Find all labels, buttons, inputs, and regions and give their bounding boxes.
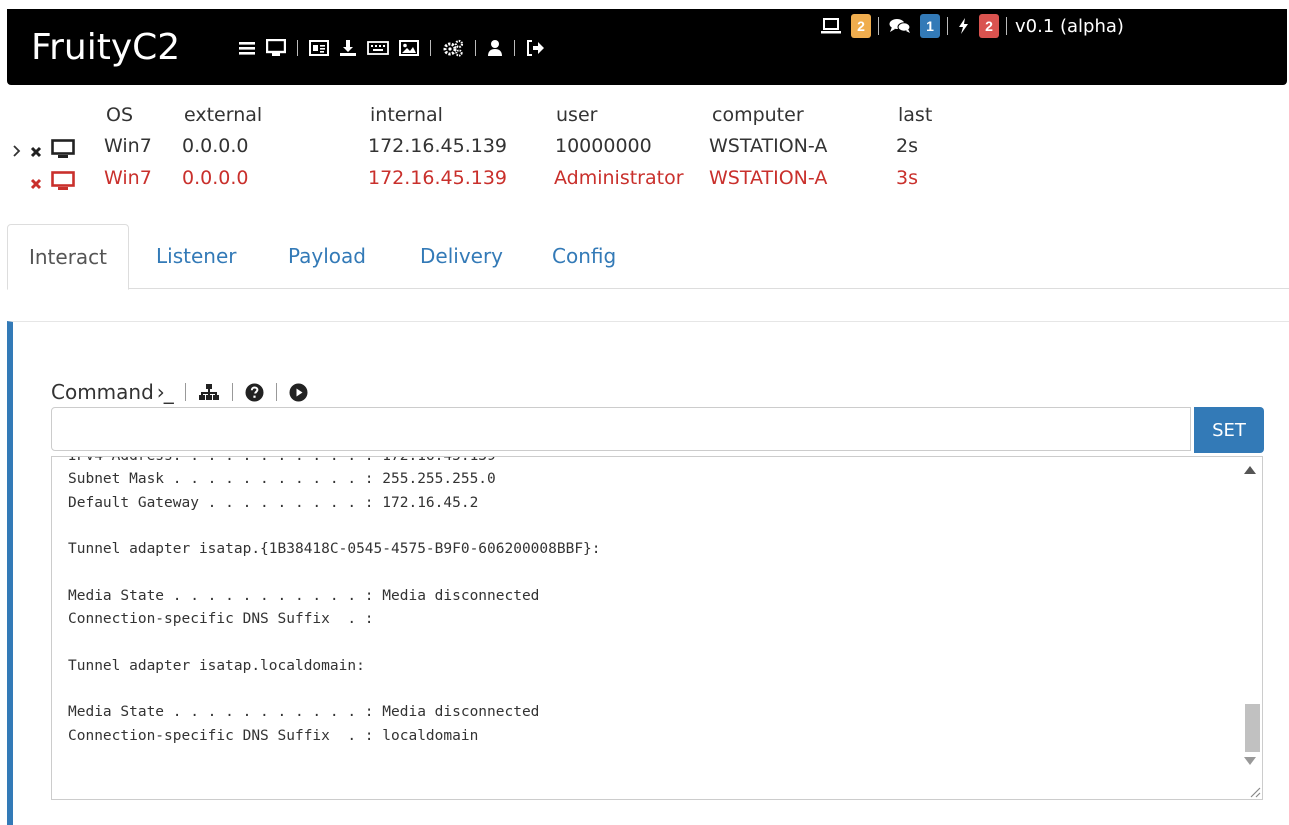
column-header-os: OS: [106, 104, 134, 126]
agent-user: Administrator: [554, 167, 684, 189]
monitor-icon: [51, 139, 75, 164]
nav-separator: [430, 40, 431, 56]
sign-out-icon[interactable]: [526, 40, 544, 56]
agent-computer: WSTATION-A: [709, 135, 828, 157]
tab-bar: Interact Listener Payload Delivery Confi…: [7, 224, 1289, 290]
download-icon[interactable]: [339, 39, 357, 57]
table-row[interactable]: Win7 0.0.0.0 172.16.45.139 Administrator…: [0, 167, 1000, 195]
agent-external-ip: 0.0.0.0: [182, 135, 249, 157]
tab-payload[interactable]: Payload: [288, 224, 366, 288]
output-scrollbar[interactable]: [1240, 457, 1262, 799]
messages-count-badge: 1: [920, 14, 940, 38]
scroll-up-icon[interactable]: [1244, 466, 1256, 474]
menu-icon[interactable]: [238, 40, 256, 56]
app-version: v0.1 (alpha): [1015, 15, 1124, 37]
column-header-last: last: [898, 104, 933, 126]
set-button[interactable]: SET: [1194, 407, 1264, 453]
toolbar-separator: [184, 383, 186, 401]
remove-agent-icon[interactable]: [30, 173, 42, 195]
monitor-icon: [51, 171, 75, 196]
keyboard-icon[interactable]: [367, 41, 389, 55]
output-text: IPv4 Address. . . . . . . . . . . : 172.…: [68, 456, 601, 744]
monitor-icon[interactable]: [266, 39, 286, 57]
laptop-icon[interactable]: [820, 18, 842, 34]
id-card-icon[interactable]: [309, 40, 329, 56]
resize-grip-icon[interactable]: [1247, 784, 1261, 798]
status-separator: [1006, 17, 1007, 35]
agent-computer: WSTATION-A: [709, 167, 828, 189]
cogs-icon[interactable]: [442, 39, 464, 57]
command-input[interactable]: [51, 407, 1191, 451]
scroll-down-icon[interactable]: [1244, 757, 1256, 765]
table-row[interactable]: Win7 0.0.0.0 172.16.45.139 10000000 WSTA…: [0, 135, 1000, 163]
tab-interact[interactable]: Interact: [7, 224, 129, 290]
column-header-user: user: [556, 104, 598, 126]
toolbar-separator: [231, 383, 233, 401]
remove-agent-icon[interactable]: [30, 141, 42, 163]
agents-count-badge: 2: [851, 14, 871, 38]
brand-title[interactable]: FruityC2: [31, 27, 180, 68]
chevron-right-icon: [12, 141, 22, 163]
agent-internal-ip: 172.16.45.139: [368, 135, 508, 157]
user-icon[interactable]: [487, 39, 503, 57]
comments-icon[interactable]: [889, 18, 911, 34]
nav-toolbar: [233, 36, 549, 60]
agent-os: Win7: [104, 135, 152, 157]
bolt-icon[interactable]: [958, 17, 970, 35]
agent-user: 10000000: [555, 135, 652, 157]
nav-separator: [297, 40, 298, 56]
interact-panel: Command ›_ SET IPv4 Address. . . . . . .…: [7, 321, 1289, 825]
nav-separator: [514, 40, 515, 56]
terminal-prompt-icon: ›_: [156, 380, 174, 404]
command-output[interactable]: IPv4 Address. . . . . . . . . . . : 172.…: [51, 456, 1263, 800]
command-toolbar: Command ›_: [51, 380, 308, 404]
agent-internal-ip: 172.16.45.139: [368, 167, 508, 189]
nav-separator: [475, 40, 476, 56]
image-icon[interactable]: [399, 40, 419, 56]
play-circle-icon[interactable]: [289, 383, 308, 402]
scroll-thumb[interactable]: [1245, 704, 1260, 752]
agent-last-seen: 3s: [896, 167, 918, 189]
agent-last-seen: 2s: [896, 135, 918, 157]
toolbar-separator: [275, 383, 277, 401]
question-circle-icon[interactable]: [245, 383, 264, 402]
tab-delivery[interactable]: Delivery: [420, 224, 503, 288]
navbar: FruityC2 2 1 2 v0.1 (alpha): [7, 9, 1287, 85]
sitemap-icon[interactable]: [198, 383, 220, 401]
column-header-computer: computer: [712, 104, 804, 126]
tab-config[interactable]: Config: [552, 224, 616, 288]
status-separator: [947, 17, 948, 35]
status-separator: [878, 17, 879, 35]
agent-external-ip: 0.0.0.0: [182, 167, 249, 189]
command-label: Command: [51, 380, 154, 404]
column-header-internal: internal: [370, 104, 443, 126]
agent-os: Win7: [104, 167, 152, 189]
status-bar: 2 1 2 v0.1 (alpha): [814, 13, 1124, 39]
tab-listener[interactable]: Listener: [156, 224, 236, 288]
column-header-external: external: [184, 104, 263, 126]
events-count-badge: 2: [979, 14, 999, 38]
